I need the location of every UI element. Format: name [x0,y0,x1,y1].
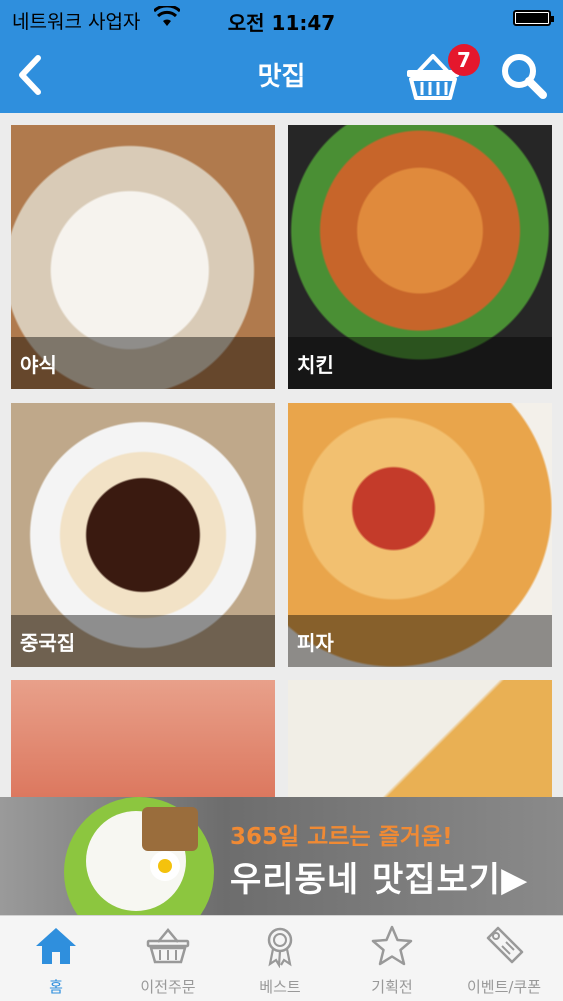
category-caption: 중국집 [11,615,275,667]
clock: 오전 11:47 [227,11,336,35]
banner-title: 우리동네 맛집보기▶ [230,860,529,900]
tab-label: 이벤트/쿠폰 [466,978,542,996]
category-label: 중국집 [20,631,76,655]
status-bar: 네트워크 사업자 오전 11:47 [0,0,563,38]
category-tile-5[interactable] [11,680,275,797]
tag-icon [486,926,524,964]
tab-label: 기획전 [371,978,413,996]
search-icon[interactable] [498,50,548,100]
category-tile-chicken[interactable]: 치킨 [288,125,552,389]
tab-label: 베스트 [259,978,301,996]
tab-label: 이전주문 [140,978,196,996]
tab-best[interactable]: 베스트 [224,916,336,1001]
category-caption: 치킨 [288,337,552,389]
tab-previous-orders[interactable]: 이전주문 [112,916,224,1001]
category-label: 야식 [20,353,57,377]
category-caption: 야식 [11,337,275,389]
bottom-tab-bar: 홈 이전주문 베스트 기획전 이벤트/쿠폰 [0,915,563,1001]
tab-home[interactable]: 홈 [0,916,112,1001]
category-tile-late-night[interactable]: 야식 [11,125,275,389]
nav-bar: 맛집 7 [0,38,563,113]
category-tile-6[interactable] [288,680,552,797]
category-tile-chinese[interactable]: 중국집 [11,403,275,667]
promo-banner[interactable]: 365일 고르는 즐거움! 우리동네 맛집보기▶ [0,797,563,915]
tab-events-coupons[interactable]: 이벤트/쿠폰 [448,916,560,1001]
top-bar: 네트워크 사업자 오전 11:47 맛집 7 [0,0,563,113]
star-icon [371,925,413,966]
tab-specials[interactable]: 기획전 [336,916,448,1001]
home-icon [36,928,76,964]
basket-icon [146,928,190,964]
tab-label: 홈 [49,978,63,996]
banner-subtitle: 365일 고르는 즐거움! [230,824,453,850]
category-label: 치킨 [297,353,334,377]
battery-icon [513,10,554,26]
cart-count-badge: 7 [448,44,480,76]
category-label: 피자 [297,631,334,655]
award-icon [267,927,293,968]
food-plate-illustration [64,797,214,915]
category-grid: 야식 치킨 중국집 피자 [0,113,563,797]
category-tile-pizza[interactable]: 피자 [288,403,552,667]
category-caption: 피자 [288,615,552,667]
